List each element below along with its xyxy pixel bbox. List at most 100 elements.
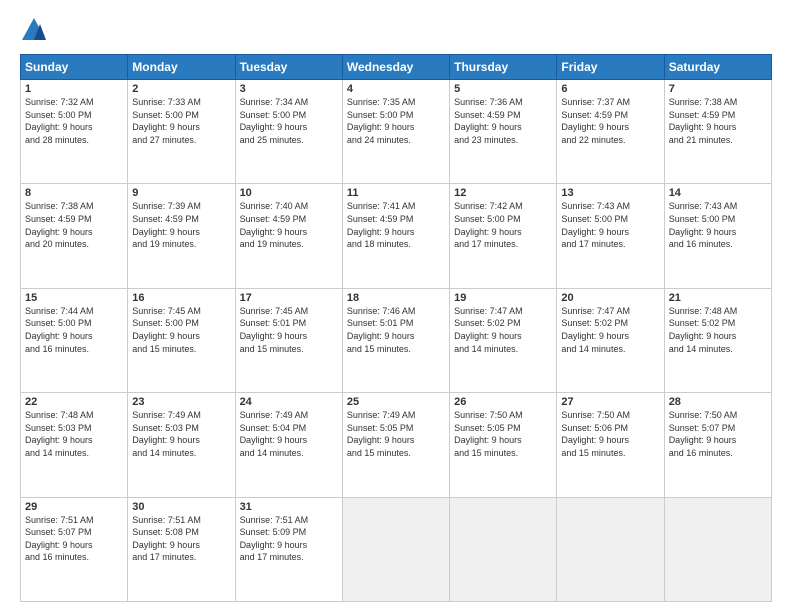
day-info: Sunrise: 7:42 AM Sunset: 5:00 PM Dayligh… [454,200,552,250]
day-number: 27 [561,396,659,408]
calendar-cell: 21Sunrise: 7:48 AM Sunset: 5:02 PM Dayli… [664,288,771,392]
day-info: Sunrise: 7:35 AM Sunset: 5:00 PM Dayligh… [347,96,445,146]
calendar-cell: 1Sunrise: 7:32 AM Sunset: 5:00 PM Daylig… [21,80,128,184]
header [20,16,772,44]
calendar-cell: 26Sunrise: 7:50 AM Sunset: 5:05 PM Dayli… [450,393,557,497]
day-info: Sunrise: 7:33 AM Sunset: 5:00 PM Dayligh… [132,96,230,146]
day-info: Sunrise: 7:36 AM Sunset: 4:59 PM Dayligh… [454,96,552,146]
week-row-2: 8Sunrise: 7:38 AM Sunset: 4:59 PM Daylig… [21,184,772,288]
calendar-cell: 11Sunrise: 7:41 AM Sunset: 4:59 PM Dayli… [342,184,449,288]
calendar-cell: 17Sunrise: 7:45 AM Sunset: 5:01 PM Dayli… [235,288,342,392]
day-info: Sunrise: 7:48 AM Sunset: 5:03 PM Dayligh… [25,409,123,459]
day-info: Sunrise: 7:32 AM Sunset: 5:00 PM Dayligh… [25,96,123,146]
calendar-cell: 22Sunrise: 7:48 AM Sunset: 5:03 PM Dayli… [21,393,128,497]
day-number: 1 [25,83,123,95]
calendar-cell: 29Sunrise: 7:51 AM Sunset: 5:07 PM Dayli… [21,497,128,601]
day-number: 12 [454,187,552,199]
calendar-cell: 16Sunrise: 7:45 AM Sunset: 5:00 PM Dayli… [128,288,235,392]
calendar-cell: 20Sunrise: 7:47 AM Sunset: 5:02 PM Dayli… [557,288,664,392]
calendar-cell: 10Sunrise: 7:40 AM Sunset: 4:59 PM Dayli… [235,184,342,288]
day-number: 6 [561,83,659,95]
day-info: Sunrise: 7:48 AM Sunset: 5:02 PM Dayligh… [669,305,767,355]
day-info: Sunrise: 7:49 AM Sunset: 5:04 PM Dayligh… [240,409,338,459]
day-number: 8 [25,187,123,199]
calendar-cell: 18Sunrise: 7:46 AM Sunset: 5:01 PM Dayli… [342,288,449,392]
calendar-cell [664,497,771,601]
calendar-cell: 2Sunrise: 7:33 AM Sunset: 5:00 PM Daylig… [128,80,235,184]
calendar-cell: 4Sunrise: 7:35 AM Sunset: 5:00 PM Daylig… [342,80,449,184]
day-info: Sunrise: 7:51 AM Sunset: 5:09 PM Dayligh… [240,514,338,564]
day-number: 22 [25,396,123,408]
week-row-3: 15Sunrise: 7:44 AM Sunset: 5:00 PM Dayli… [21,288,772,392]
day-number: 21 [669,292,767,304]
day-info: Sunrise: 7:38 AM Sunset: 4:59 PM Dayligh… [25,200,123,250]
calendar-cell: 30Sunrise: 7:51 AM Sunset: 5:08 PM Dayli… [128,497,235,601]
day-number: 2 [132,83,230,95]
calendar-cell: 8Sunrise: 7:38 AM Sunset: 4:59 PM Daylig… [21,184,128,288]
day-number: 25 [347,396,445,408]
day-info: Sunrise: 7:49 AM Sunset: 5:05 PM Dayligh… [347,409,445,459]
day-info: Sunrise: 7:49 AM Sunset: 5:03 PM Dayligh… [132,409,230,459]
day-number: 11 [347,187,445,199]
calendar-cell: 13Sunrise: 7:43 AM Sunset: 5:00 PM Dayli… [557,184,664,288]
day-number: 26 [454,396,552,408]
day-info: Sunrise: 7:50 AM Sunset: 5:05 PM Dayligh… [454,409,552,459]
day-info: Sunrise: 7:50 AM Sunset: 5:06 PM Dayligh… [561,409,659,459]
calendar-cell: 27Sunrise: 7:50 AM Sunset: 5:06 PM Dayli… [557,393,664,497]
day-info: Sunrise: 7:41 AM Sunset: 4:59 PM Dayligh… [347,200,445,250]
day-number: 28 [669,396,767,408]
day-info: Sunrise: 7:50 AM Sunset: 5:07 PM Dayligh… [669,409,767,459]
day-number: 29 [25,501,123,513]
weekday-header-thursday: Thursday [450,55,557,80]
day-info: Sunrise: 7:44 AM Sunset: 5:00 PM Dayligh… [25,305,123,355]
calendar-cell: 31Sunrise: 7:51 AM Sunset: 5:09 PM Dayli… [235,497,342,601]
day-number: 20 [561,292,659,304]
weekday-header-monday: Monday [128,55,235,80]
day-number: 15 [25,292,123,304]
calendar-cell: 9Sunrise: 7:39 AM Sunset: 4:59 PM Daylig… [128,184,235,288]
calendar-cell: 15Sunrise: 7:44 AM Sunset: 5:00 PM Dayli… [21,288,128,392]
day-number: 10 [240,187,338,199]
weekday-header-wednesday: Wednesday [342,55,449,80]
weekday-header-tuesday: Tuesday [235,55,342,80]
day-info: Sunrise: 7:51 AM Sunset: 5:07 PM Dayligh… [25,514,123,564]
day-info: Sunrise: 7:51 AM Sunset: 5:08 PM Dayligh… [132,514,230,564]
calendar-table: SundayMondayTuesdayWednesdayThursdayFrid… [20,54,772,602]
day-info: Sunrise: 7:40 AM Sunset: 4:59 PM Dayligh… [240,200,338,250]
day-number: 4 [347,83,445,95]
day-number: 30 [132,501,230,513]
calendar-cell: 7Sunrise: 7:38 AM Sunset: 4:59 PM Daylig… [664,80,771,184]
day-info: Sunrise: 7:43 AM Sunset: 5:00 PM Dayligh… [561,200,659,250]
week-row-5: 29Sunrise: 7:51 AM Sunset: 5:07 PM Dayli… [21,497,772,601]
weekday-header-saturday: Saturday [664,55,771,80]
day-info: Sunrise: 7:45 AM Sunset: 5:00 PM Dayligh… [132,305,230,355]
calendar-cell: 23Sunrise: 7:49 AM Sunset: 5:03 PM Dayli… [128,393,235,497]
day-number: 23 [132,396,230,408]
day-info: Sunrise: 7:47 AM Sunset: 5:02 PM Dayligh… [454,305,552,355]
weekday-header-row: SundayMondayTuesdayWednesdayThursdayFrid… [21,55,772,80]
day-number: 16 [132,292,230,304]
day-number: 14 [669,187,767,199]
calendar-cell [450,497,557,601]
day-info: Sunrise: 7:45 AM Sunset: 5:01 PM Dayligh… [240,305,338,355]
logo-icon [20,16,48,44]
day-number: 24 [240,396,338,408]
week-row-1: 1Sunrise: 7:32 AM Sunset: 5:00 PM Daylig… [21,80,772,184]
day-number: 31 [240,501,338,513]
day-info: Sunrise: 7:43 AM Sunset: 5:00 PM Dayligh… [669,200,767,250]
day-number: 5 [454,83,552,95]
day-number: 17 [240,292,338,304]
weekday-header-sunday: Sunday [21,55,128,80]
day-number: 13 [561,187,659,199]
weekday-header-friday: Friday [557,55,664,80]
week-row-4: 22Sunrise: 7:48 AM Sunset: 5:03 PM Dayli… [21,393,772,497]
calendar-cell: 24Sunrise: 7:49 AM Sunset: 5:04 PM Dayli… [235,393,342,497]
calendar-cell: 6Sunrise: 7:37 AM Sunset: 4:59 PM Daylig… [557,80,664,184]
calendar-cell: 19Sunrise: 7:47 AM Sunset: 5:02 PM Dayli… [450,288,557,392]
calendar-cell: 5Sunrise: 7:36 AM Sunset: 4:59 PM Daylig… [450,80,557,184]
calendar-cell: 14Sunrise: 7:43 AM Sunset: 5:00 PM Dayli… [664,184,771,288]
day-number: 7 [669,83,767,95]
day-number: 19 [454,292,552,304]
day-info: Sunrise: 7:38 AM Sunset: 4:59 PM Dayligh… [669,96,767,146]
day-info: Sunrise: 7:37 AM Sunset: 4:59 PM Dayligh… [561,96,659,146]
